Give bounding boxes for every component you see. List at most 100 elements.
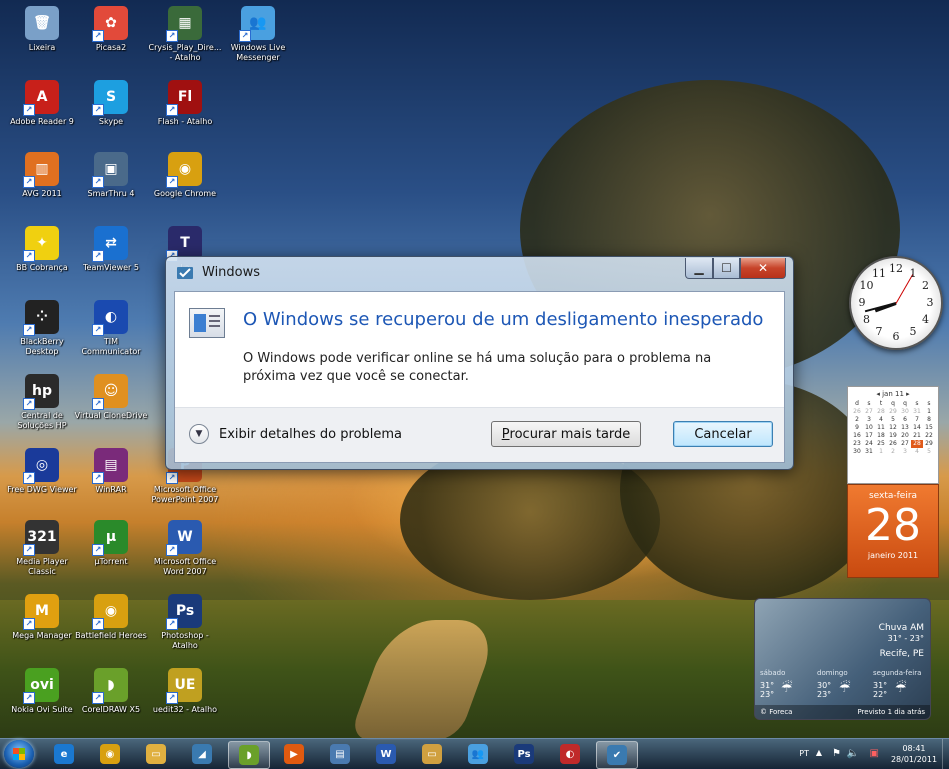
calendar-date[interactable]: 19: [887, 432, 899, 440]
desktop-icon[interactable]: M ↗ Mega Manager: [5, 594, 79, 641]
dialog-titlebar[interactable]: Windows ▁ ☐ ✕: [166, 257, 793, 289]
taskbar-messenger[interactable]: 👥: [458, 741, 498, 767]
calendar-date[interactable]: 2: [887, 448, 899, 456]
desktop-icon[interactable]: µ ↗ µTorrent: [74, 520, 148, 567]
network-icon[interactable]: ▣: [870, 748, 879, 759]
calendar-date[interactable]: 4: [875, 416, 887, 424]
desktop-icon[interactable]: Ps ↗ Photoshop - Atalho: [148, 594, 222, 651]
calendar-date[interactable]: 29: [923, 440, 935, 448]
calendar-date[interactable]: 6: [899, 416, 911, 424]
desktop-icon[interactable]: Fl ↗ Flash - Atalho: [148, 80, 222, 127]
calendar-date[interactable]: 3: [863, 416, 875, 424]
cancel-button[interactable]: Cancelar: [673, 421, 773, 447]
desktop-icon[interactable]: ✿ ↗ Picasa2: [74, 6, 148, 53]
minimize-button[interactable]: ▁: [685, 258, 713, 279]
calendar-date[interactable]: 4: [911, 448, 923, 456]
calendar-date[interactable]: 15: [923, 424, 935, 432]
desktop-icon[interactable]: ovi ↗ Nokia Ovi Suite: [5, 668, 79, 715]
calendar-date[interactable]: 26: [887, 440, 899, 448]
calendar-date[interactable]: 26: [851, 408, 863, 416]
calendar-date[interactable]: 23: [851, 440, 863, 448]
taskbar-document[interactable]: ▤: [320, 741, 360, 767]
taskbar-windows-dialog[interactable]: ✔: [596, 741, 638, 769]
calendar-date[interactable]: 25: [875, 440, 887, 448]
calendar-date[interactable]: 8: [923, 416, 935, 424]
calendar-date[interactable]: 7: [911, 416, 923, 424]
calendar-date[interactable]: 16: [851, 432, 863, 440]
desktop-icon[interactable]: ◉ ↗ Google Chrome: [148, 152, 222, 199]
calendar-date[interactable]: 18: [875, 432, 887, 440]
calendar-date[interactable]: 13: [899, 424, 911, 432]
taskbar-chrome[interactable]: ◉: [90, 741, 130, 767]
desktop-icon[interactable]: S ↗ Skype: [74, 80, 148, 127]
calendar-date[interactable]: 29: [887, 408, 899, 416]
calendar-date[interactable]: 9: [851, 424, 863, 432]
calendar-date[interactable]: 27: [899, 440, 911, 448]
calendar-date[interactable]: 28: [911, 440, 923, 448]
show-details-toggle[interactable]: ▼ Exibir detalhes do problema: [189, 424, 402, 444]
clock-gadget[interactable]: 12 1 2 3 4 5 6 7 8 9 10 11: [849, 256, 943, 350]
calendar-date[interactable]: 27: [863, 408, 875, 416]
taskbar-tim[interactable]: ◐: [550, 741, 590, 767]
calendar-date[interactable]: 24: [863, 440, 875, 448]
taskbar-word[interactable]: W: [366, 741, 406, 767]
desktop-icon[interactable]: ◐ ↗ TIM Communicator: [74, 300, 148, 357]
desktop-icon[interactable]: ▦ ↗ Crysis_Play_Dire... - Atalho: [148, 6, 222, 63]
taskbar-folder[interactable]: ▭: [136, 741, 176, 767]
tray-expand-icon[interactable]: ▲: [816, 748, 822, 757]
desktop-icon[interactable]: ☺ ↗ Virtual CloneDrive: [74, 374, 148, 421]
action-center-icon[interactable]: ⚑: [832, 748, 841, 759]
calendar-date[interactable]: 2: [851, 416, 863, 424]
close-button[interactable]: ✕: [740, 258, 786, 279]
speaker-icon[interactable]: 🔈: [847, 748, 859, 759]
calendar-date[interactable]: 30: [851, 448, 863, 456]
desktop-icon[interactable]: W ↗ Microsoft Office Word 2007: [148, 520, 222, 577]
calendar-date[interactable]: 3: [899, 448, 911, 456]
desktop-icon[interactable]: ⁘ ↗ BlackBerry Desktop: [5, 300, 79, 357]
calendar-date[interactable]: 5: [923, 448, 935, 456]
desktop-icon[interactable]: ◎ ↗ Free DWG Viewer: [5, 448, 79, 495]
desktop-icon[interactable]: ◉ ↗ Battlefield Heroes: [74, 594, 148, 641]
calendar-date[interactable]: 30: [899, 408, 911, 416]
calendar-date[interactable]: 1: [875, 448, 887, 456]
desktop-icon[interactable]: ✦ ↗ BB Cobrança: [5, 226, 79, 273]
calendar-date[interactable]: 28: [875, 408, 887, 416]
calendar-date[interactable]: 20: [899, 432, 911, 440]
calendar-date[interactable]: 10: [863, 424, 875, 432]
desktop-icon[interactable]: ▣ ↗ SmarThru 4: [74, 152, 148, 199]
desktop-icon[interactable]: 👥 ↗ Windows Live Messenger: [221, 6, 295, 63]
taskbar-photoshop[interactable]: Ps: [504, 741, 544, 767]
calendar-gadget[interactable]: ◂ jan 11 ▸ d s t q q s s 26 27 28 29 30 31 1 2 3 4 5 6 7 8 9 1…: [847, 386, 939, 578]
start-button[interactable]: [4, 740, 34, 768]
calendar-date[interactable]: 31: [863, 448, 875, 456]
calendar-date[interactable]: 1: [923, 408, 935, 416]
maximize-button[interactable]: ☐: [713, 258, 740, 279]
desktop-icon[interactable]: 321 ↗ Media Player Classic: [5, 520, 79, 577]
taskbar-app-blue[interactable]: ◢: [182, 741, 222, 767]
desktop-icon[interactable]: hp ↗ Central de Soluções HP: [5, 374, 79, 431]
calendar-date[interactable]: 11: [875, 424, 887, 432]
desktop-icon[interactable]: ⇄ ↗ TeamViewer 5: [74, 226, 148, 273]
tray-clock[interactable]: 08:41 28/01/2011: [889, 743, 939, 765]
weather-gadget[interactable]: Chuva AM 31° - 23° Recife, PE sábado dom…: [754, 598, 931, 720]
taskbar-media-player[interactable]: ▶: [274, 741, 314, 767]
calendar-date[interactable]: 31: [911, 408, 923, 416]
taskbar-internet-explorer[interactable]: e: [44, 741, 84, 767]
show-desktop-button[interactable]: [942, 739, 949, 769]
desktop-icon[interactable]: A ↗ Adobe Reader 9: [5, 80, 79, 127]
desktop-icon[interactable]: ▤ ↗ WinRAR: [74, 448, 148, 495]
calendar-date[interactable]: 14: [911, 424, 923, 432]
language-indicator[interactable]: PT: [799, 749, 809, 758]
taskbar-corel[interactable]: ◗: [228, 741, 270, 769]
taskbar-explorer[interactable]: ▭: [412, 741, 452, 767]
calendar-date[interactable]: 22: [923, 432, 935, 440]
calendar-date[interactable]: 12: [887, 424, 899, 432]
calendar-date[interactable]: 21: [911, 432, 923, 440]
check-later-button[interactable]: Procurar mais tarde: [491, 421, 641, 447]
desktop-icon[interactable]: UE ↗ uedit32 - Atalho: [148, 668, 222, 715]
desktop-icon[interactable]: ▥ ↗ AVG 2011: [5, 152, 79, 199]
calendar-date[interactable]: 17: [863, 432, 875, 440]
desktop-icon[interactable]: 🗑 Lixeira: [5, 6, 79, 53]
calendar-date[interactable]: 5: [887, 416, 899, 424]
desktop-icon[interactable]: ◗ ↗ CorelDRAW X5: [74, 668, 148, 715]
